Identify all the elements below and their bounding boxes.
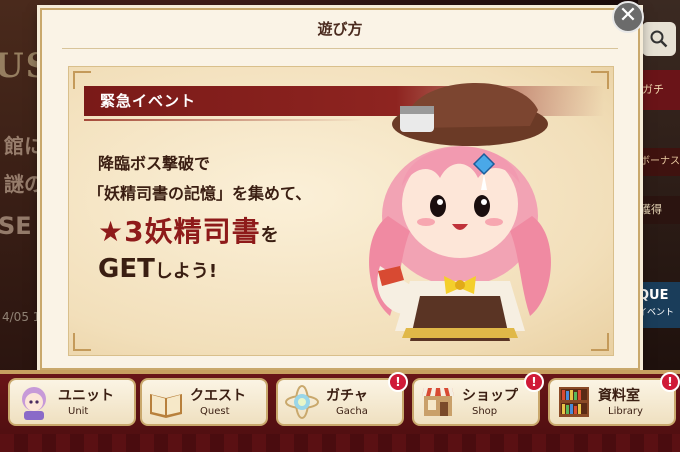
nav-button-gacha[interactable]: ガチャ Gacha ! — [276, 372, 408, 426]
background-date-fragment: 4/05 1 — [2, 310, 41, 324]
event-text-line-1: 降臨ボス撃破で — [98, 154, 211, 173]
nav-shop-sublabel: Shop — [472, 406, 498, 417]
nav-bottom-pattern — [0, 434, 680, 452]
particle-text: を — [260, 225, 280, 246]
background-bonus-fragment: ボーナス — [640, 148, 680, 176]
notification-badge: ! — [388, 372, 408, 392]
nav-gacha-label: ガチャ — [326, 388, 368, 404]
nav-unit-label: ユニット — [58, 388, 114, 404]
background-text-fragment-2: 謎の — [4, 172, 44, 196]
bookshelf-icon — [559, 387, 589, 417]
nav-button-shop[interactable]: ショップ Shop ! — [412, 372, 544, 426]
notification-badge: ! — [524, 372, 544, 392]
background-gacha-fragment: ガチ — [638, 70, 680, 110]
ornament-corner — [73, 333, 91, 351]
get-suffix-text: しよう! — [154, 261, 218, 282]
nav-shop-label: ショップ — [462, 388, 518, 404]
fairy-librarian-character-illustration — [369, 83, 551, 341]
gacha-orb-icon — [285, 385, 319, 419]
nav-button-unit[interactable]: ユニット Unit — [8, 378, 136, 426]
background-right-panel: ガチ ボーナス 獲得 QUE イベント — [638, 0, 680, 380]
title-divider — [62, 48, 618, 49]
dialog-title: 遊び方 — [317, 20, 363, 38]
nav-unit-sublabel: Unit — [68, 406, 89, 417]
event-text-line-4: GETしよう! — [98, 254, 217, 284]
nav-button-quest[interactable]: クエスト Quest — [140, 378, 268, 426]
star3-fairy-librarian-text: ★3妖精司書 — [98, 215, 261, 248]
nav-library-label: 資料室 — [598, 388, 640, 404]
get-text: GET — [98, 254, 155, 284]
banner-label: 緊急イベント — [100, 92, 197, 110]
event-text-line-2: 「妖精司書の記憶」を集めて、 — [88, 184, 312, 203]
background-text-fragment-3: SE — [0, 212, 32, 240]
nav-gacha-sublabel: Gacha — [336, 406, 368, 417]
background-text-fragment-1: 館に — [4, 134, 44, 158]
banner-underline — [84, 119, 364, 121]
nav-library-sublabel: Library — [608, 406, 643, 417]
background-kakutoku-fragment: 獲得 — [640, 196, 680, 224]
bottom-navigation-bar: ユニット Unit クエスト Quest ガチャ Gacha ! ショップ Sh… — [0, 370, 680, 452]
background-quest-fragment: QUE イベント — [638, 282, 680, 328]
nav-top-trim — [0, 370, 680, 374]
book-icon — [150, 394, 182, 418]
background-quest-sub: イベント — [638, 308, 675, 318]
search-button[interactable] — [642, 22, 676, 56]
nav-quest-label: クエスト — [190, 388, 246, 404]
ornament-corner — [591, 333, 609, 351]
search-icon — [650, 30, 668, 48]
close-button[interactable]: ✕ — [612, 1, 644, 33]
background-quest-label: QUE — [638, 288, 669, 303]
nav-quest-sublabel: Quest — [200, 406, 230, 417]
shop-icon — [422, 388, 454, 416]
nav-button-library[interactable]: 資料室 Library ! — [548, 372, 680, 426]
notification-badge: ! — [660, 372, 680, 392]
unit-avatar-icon — [22, 387, 46, 420]
event-text-line-3: ★3妖精司書を — [98, 210, 280, 250]
